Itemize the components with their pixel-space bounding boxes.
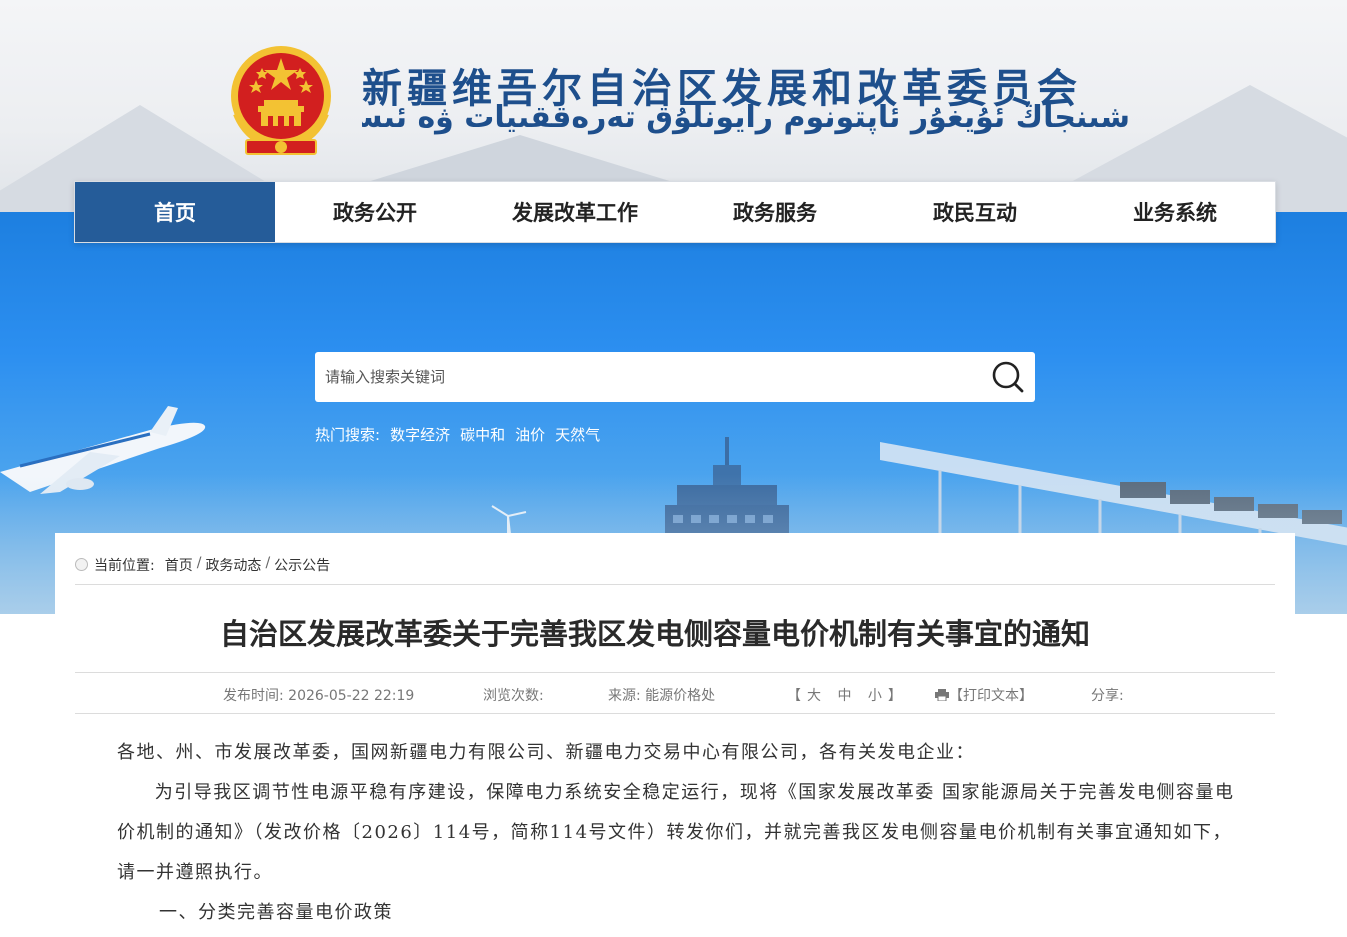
share-label: 分享: bbox=[1091, 688, 1124, 704]
article-source: 来源: 能源价格处 bbox=[608, 688, 716, 704]
article-paragraph: 为引导我区调节性电源平稳有序建设，保障电力系统安全稳定运行，现将《国家发展改革委… bbox=[117, 782, 1235, 883]
breadcrumb: 当前位置: 首页 / 政务动态 / 公示公告 bbox=[75, 555, 1275, 585]
view-count: 浏览次数: bbox=[483, 688, 544, 704]
hot-search: 热门搜索: 数字经济 碳中和 油价 天然气 bbox=[315, 424, 600, 445]
publish-time: 发布时间: 2026-05-22 22:19 bbox=[223, 688, 415, 704]
breadcrumb-link-announcements[interactable]: 公示公告 bbox=[274, 555, 330, 575]
hot-search-term[interactable]: 天然气 bbox=[555, 424, 600, 445]
search-icon[interactable] bbox=[989, 359, 1027, 395]
search-input[interactable] bbox=[315, 352, 975, 402]
hot-search-term[interactable]: 碳中和 bbox=[460, 424, 505, 445]
breadcrumb-separator: / bbox=[265, 555, 271, 571]
nav-item-interaction[interactable]: 政民互动 bbox=[875, 182, 1075, 242]
search-box bbox=[315, 352, 1035, 402]
site-title-uyghur: شىنجاڭ ئۇيغۇر ئاپتونوم رايونلۇق تەرەققىي… bbox=[362, 100, 1130, 135]
font-size-control[interactable]: 【大 中 小】 bbox=[787, 685, 908, 705]
breadcrumb-link-home[interactable]: 首页 bbox=[165, 555, 193, 575]
national-emblem-logo bbox=[231, 46, 331, 155]
breadcrumb-separator: / bbox=[196, 555, 202, 571]
article-panel: 当前位置: 首页 / 政务动态 / 公示公告 自治区发展改革委关于完善我区发电侧… bbox=[55, 533, 1295, 937]
hot-search-term[interactable]: 数字经济 bbox=[390, 424, 450, 445]
nav-item-reform-work[interactable]: 发展改革工作 bbox=[475, 182, 675, 242]
nav-item-gov-affairs-public[interactable]: 政务公开 bbox=[275, 182, 475, 242]
article-paragraph: 各地、州、市发展改革委，国网新疆电力有限公司、新疆电力交易中心有限公司，各有关发… bbox=[117, 742, 975, 763]
hot-search-term[interactable]: 油价 bbox=[515, 424, 545, 445]
location-icon bbox=[75, 558, 88, 571]
print-group: 【打印文本】 bbox=[935, 685, 1033, 705]
article-title: 自治区发展改革委关于完善我区发电侧容量电价机制有关事宜的通知 bbox=[219, 617, 1090, 651]
print-text-link[interactable]: 【打印文本】 bbox=[949, 688, 1033, 704]
main-nav: 首页 政务公开 发展改革工作 政务服务 政民互动 业务系统 bbox=[74, 181, 1276, 243]
section-heading: 一、分类完善容量电价政策 bbox=[159, 902, 393, 923]
breadcrumb-label: 当前位置: bbox=[94, 558, 155, 574]
nav-item-business-systems[interactable]: 业务系统 bbox=[1075, 182, 1275, 242]
printer-icon[interactable] bbox=[935, 689, 949, 701]
nav-item-gov-services[interactable]: 政务服务 bbox=[675, 182, 875, 242]
article-meta: 发布时间: 2026-05-22 22:19 浏览次数: 来源: 能源价格处 【… bbox=[75, 672, 1275, 714]
article-body: 各地、州、市发展改革委，国网新疆电力有限公司、新疆电力交易中心有限公司，各有关发… bbox=[117, 733, 1237, 933]
nav-item-home[interactable]: 首页 bbox=[75, 182, 275, 242]
breadcrumb-link-gov-news[interactable]: 政务动态 bbox=[205, 555, 261, 575]
hot-search-label: 热门搜索: bbox=[315, 426, 381, 444]
